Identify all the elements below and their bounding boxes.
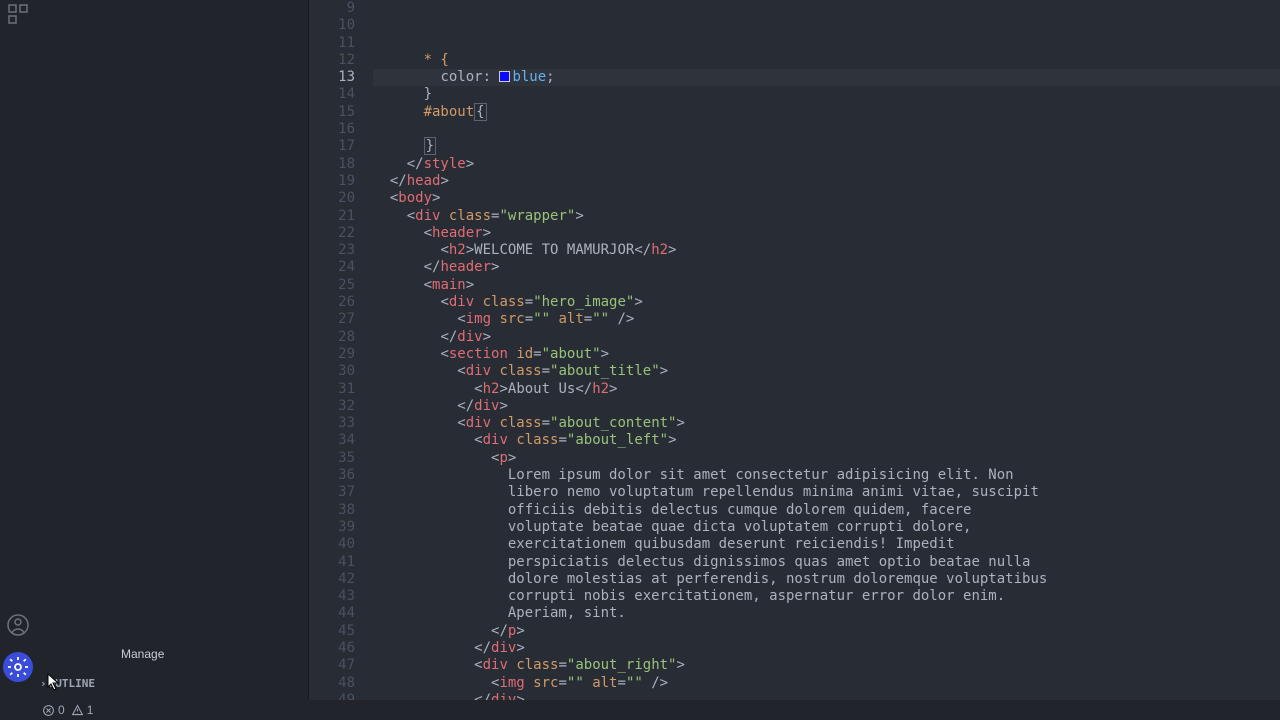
code-content[interactable]: * { color: blue; } #about{ } </style> </… xyxy=(373,0,1280,700)
line-number: 19 xyxy=(309,173,355,190)
code-line[interactable]: </header> xyxy=(373,259,1280,276)
code-line[interactable]: </div> xyxy=(373,329,1280,346)
code-line[interactable]: corrupti nobis exercitationem, aspernatu… xyxy=(373,588,1280,605)
line-number: 49 xyxy=(309,692,355,700)
code-line[interactable]: perspiciatis delectus dignissimos quas a… xyxy=(373,554,1280,571)
code-editor[interactable]: 9101112131415161718192021222324252627282… xyxy=(309,0,1280,700)
line-number: 36 xyxy=(309,467,355,484)
code-line[interactable]: } xyxy=(373,86,1280,103)
code-line[interactable]: <img src="" alt="" /> xyxy=(373,675,1280,692)
code-line[interactable]: <header> xyxy=(373,225,1280,242)
line-number: 48 xyxy=(309,675,355,692)
code-line[interactable]: </div> xyxy=(373,640,1280,657)
line-number: 39 xyxy=(309,519,355,536)
status-bar: 0 1 xyxy=(36,700,1280,720)
line-number: 11 xyxy=(309,35,355,52)
line-number: 40 xyxy=(309,536,355,553)
code-line[interactable]: exercitationem quibusdam deserunt reicie… xyxy=(373,536,1280,553)
line-number: 31 xyxy=(309,381,355,398)
code-line[interactable]: <body> xyxy=(373,190,1280,207)
line-number: 22 xyxy=(309,225,355,242)
accounts-icon[interactable] xyxy=(6,613,30,637)
code-line[interactable]: * { xyxy=(373,52,1280,69)
line-number: 15 xyxy=(309,104,355,121)
code-line[interactable]: <p> xyxy=(373,450,1280,467)
line-number-gutter: 9101112131415161718192021222324252627282… xyxy=(309,0,373,700)
error-icon xyxy=(42,704,55,717)
code-line[interactable]: <div class="about_content"> xyxy=(373,415,1280,432)
line-number: 38 xyxy=(309,502,355,519)
manage-gear-icon[interactable] xyxy=(3,652,33,682)
line-number: 47 xyxy=(309,657,355,674)
code-line[interactable]: Lorem ipsum dolor sit amet consectetur a… xyxy=(373,467,1280,484)
code-line[interactable]: <div class="about_right"> xyxy=(373,657,1280,674)
outline-section-header[interactable]: › OUTLINE xyxy=(40,677,95,690)
line-number: 21 xyxy=(309,208,355,225)
line-number: 29 xyxy=(309,346,355,363)
line-number: 14 xyxy=(309,86,355,103)
line-number: 28 xyxy=(309,329,355,346)
line-number: 32 xyxy=(309,398,355,415)
code-line[interactable]: Aperiam, sint. xyxy=(373,605,1280,622)
code-line[interactable]: officiis debitis delectus cumque dolorem… xyxy=(373,502,1280,519)
status-errors[interactable]: 0 xyxy=(42,703,65,717)
code-line[interactable]: <main> xyxy=(373,277,1280,294)
code-line[interactable] xyxy=(373,121,1280,138)
extensions-icon[interactable] xyxy=(6,2,30,26)
code-line[interactable]: </p> xyxy=(373,623,1280,640)
activity-bar xyxy=(0,0,36,720)
line-number: 12 xyxy=(309,52,355,69)
line-number: 26 xyxy=(309,294,355,311)
line-number: 20 xyxy=(309,190,355,207)
sidebar-panel: Manage › OUTLINE xyxy=(36,0,309,700)
code-line[interactable]: #about{ xyxy=(373,104,1280,121)
line-number: 45 xyxy=(309,623,355,640)
code-line[interactable]: </div> xyxy=(373,398,1280,415)
line-number: 46 xyxy=(309,640,355,657)
code-line[interactable]: <div class="hero_image"> xyxy=(373,294,1280,311)
code-line[interactable]: <h2>WELCOME TO MAMURJOR</h2> xyxy=(373,242,1280,259)
code-line[interactable]: </head> xyxy=(373,173,1280,190)
code-line[interactable]: <h2>About Us</h2> xyxy=(373,381,1280,398)
line-number: 42 xyxy=(309,571,355,588)
code-line[interactable]: <div class="wrapper"> xyxy=(373,208,1280,225)
line-number: 34 xyxy=(309,432,355,449)
code-line[interactable]: dolore molestias at perferendis, nostrum… xyxy=(373,571,1280,588)
line-number: 24 xyxy=(309,259,355,276)
line-number: 17 xyxy=(309,138,355,155)
line-number: 9 xyxy=(309,0,355,17)
status-warnings[interactable]: 1 xyxy=(71,703,94,717)
code-line[interactable]: <div class="about_title"> xyxy=(373,363,1280,380)
line-number: 37 xyxy=(309,484,355,501)
line-number: 41 xyxy=(309,554,355,571)
line-number: 25 xyxy=(309,277,355,294)
warning-count: 1 xyxy=(87,703,94,717)
outline-label: OUTLINE xyxy=(49,677,95,690)
line-number: 18 xyxy=(309,156,355,173)
code-line[interactable]: libero nemo voluptatum repellendus minim… xyxy=(373,484,1280,501)
code-line[interactable]: </style> xyxy=(373,156,1280,173)
line-number: 30 xyxy=(309,363,355,380)
code-line[interactable]: <section id="about"> xyxy=(373,346,1280,363)
code-line[interactable]: voluptate beatae quae dicta voluptatem c… xyxy=(373,519,1280,536)
chevron-right-icon: › xyxy=(40,677,47,690)
line-number: 23 xyxy=(309,242,355,259)
error-count: 0 xyxy=(58,703,65,717)
code-line[interactable]: } xyxy=(373,138,1280,155)
manage-tooltip: Manage xyxy=(121,647,164,661)
code-line[interactable]: </div> xyxy=(373,692,1280,700)
line-number: 35 xyxy=(309,450,355,467)
line-number: 33 xyxy=(309,415,355,432)
code-line[interactable]: <div class="about_left"> xyxy=(373,432,1280,449)
line-number: 16 xyxy=(309,121,355,138)
line-number: 27 xyxy=(309,311,355,328)
code-line[interactable]: <img src="" alt="" /> xyxy=(373,311,1280,328)
line-number: 44 xyxy=(309,605,355,622)
active-line-highlight xyxy=(373,69,1280,86)
line-number: 13 xyxy=(309,69,355,86)
line-number: 10 xyxy=(309,17,355,34)
warning-icon xyxy=(71,704,84,717)
line-number: 43 xyxy=(309,588,355,605)
